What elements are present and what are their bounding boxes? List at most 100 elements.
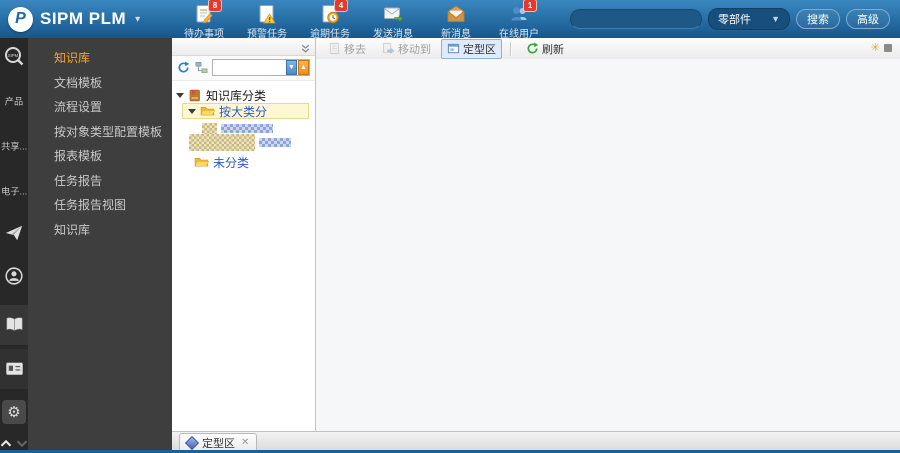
- warning-tasks-icon: [256, 3, 278, 25]
- paper-plane-icon: [5, 225, 23, 241]
- tree-refresh-icon[interactable]: [177, 61, 190, 79]
- rail-label: 产品: [4, 97, 24, 108]
- tree-filter-down-button[interactable]: ▼: [286, 60, 297, 75]
- app-logo-menu[interactable]: P SIPM PLM ▾: [8, 5, 140, 33]
- pinned-window-icon: [447, 43, 460, 54]
- sidebar-item-0[interactable]: 知识库: [28, 46, 172, 71]
- pinned-area-tab[interactable]: 定型区 ✕: [179, 433, 258, 451]
- sipm-search-icon[interactable]: SIPM: [0, 46, 28, 68]
- rail-label: 共享...: [0, 142, 28, 153]
- search-button[interactable]: 搜索: [796, 9, 840, 29]
- sidebar-menu: 知识库 文档模板 流程设置 按对象类型配置模板 报表模板 任务报告 任务报告视图 知识库: [28, 38, 172, 242]
- tree-node-label: 未分类: [213, 155, 250, 170]
- open-folder-icon: [200, 107, 215, 116]
- chevron-down-icon: ▼: [771, 14, 780, 24]
- rail-item-card[interactable]: [0, 358, 28, 379]
- refresh-button[interactable]: 刷新: [520, 39, 570, 59]
- document-icon: [329, 42, 340, 55]
- rail-item-support[interactable]: [0, 266, 28, 286]
- rail-item-send[interactable]: [0, 223, 28, 243]
- redacted-icon: [189, 133, 255, 151]
- nav-item-send-message[interactable]: 发送消息: [367, 1, 419, 40]
- bottom-tabbar: 定型区 ✕: [172, 431, 900, 451]
- person-circle-icon: [5, 267, 23, 285]
- tree-panel: ▼ ▲ 知识库分类 按大类分 未分类: [172, 38, 316, 431]
- tree-expand-caret-icon[interactable]: [176, 92, 184, 98]
- rail-item-library[interactable]: [0, 314, 28, 335]
- rail-item-share[interactable]: 共享...: [0, 138, 28, 153]
- tree-expand-caret-icon[interactable]: [188, 108, 196, 114]
- toolbar-options[interactable]: ✳: [871, 41, 892, 54]
- main-toolbar: 移去 移动到 定型区 刷新 ✳: [316, 38, 900, 60]
- todo-tasks-icon: 8: [193, 0, 222, 25]
- sidebar-item-1[interactable]: 文档模板: [28, 71, 172, 96]
- refresh-icon: [527, 42, 539, 54]
- close-icon[interactable]: ✕: [241, 437, 249, 448]
- sidebar-item-6[interactable]: 任务报告视图: [28, 193, 172, 218]
- main-area: 移去 移动到 定型区 刷新 ✳: [316, 38, 900, 431]
- send-message-icon: [382, 3, 404, 25]
- redacted-icon: [202, 122, 217, 134]
- notification-badge: 1: [523, 0, 537, 12]
- tree-panel-header: [172, 38, 315, 56]
- sidebar-item-4[interactable]: 报表模板: [28, 144, 172, 169]
- tree-node-label: 按大类分: [219, 104, 268, 119]
- sipm-logo-icon: P: [8, 6, 33, 32]
- tree-node-root[interactable]: 知识库分类: [176, 87, 266, 103]
- tree-node-redacted[interactable]: [189, 133, 291, 151]
- new-message-icon: [445, 3, 467, 25]
- sidebar-item-5[interactable]: 任务报告: [28, 169, 172, 194]
- search-input[interactable]: [570, 9, 702, 29]
- nav-item-new-message[interactable]: 新消息: [430, 1, 482, 40]
- pinned-area-tab-label: 定型区: [202, 437, 235, 450]
- tree-node-unclassified[interactable]: 未分类: [194, 154, 249, 170]
- move-document-icon: [382, 42, 395, 54]
- notification-badge: 8: [208, 0, 222, 12]
- online-users-icon: 1: [508, 0, 537, 25]
- tree-toolbar: ▼ ▲: [172, 56, 315, 81]
- nav-item-online-users[interactable]: 1 在线用户: [493, 0, 545, 40]
- grip-icon: [884, 43, 892, 52]
- redacted-label: [221, 123, 273, 133]
- remove-button[interactable]: 移去: [322, 39, 372, 59]
- open-book-icon: [6, 317, 22, 331]
- search-category-dropdown[interactable]: 零部件 ▼: [708, 8, 790, 30]
- knowledge-base-icon: [189, 89, 200, 102]
- nav-item-overdue-tasks[interactable]: 4 逾期任务: [304, 0, 356, 40]
- advanced-search-button[interactable]: 高级: [846, 9, 890, 29]
- main-content-empty: [316, 59, 900, 431]
- notification-badge: 4: [334, 0, 348, 12]
- rail-label: 电子...: [0, 187, 28, 198]
- diamond-icon: [184, 435, 200, 450]
- topbar-search-area: 零部件 ▼ 搜索 高级: [570, 8, 890, 30]
- sidebar-item-7[interactable]: 知识库: [28, 218, 172, 243]
- magnifier-logo-icon: SIPM: [5, 47, 24, 66]
- refresh-button-label: 刷新: [542, 43, 564, 56]
- topbar-nav: 8 待办事项 预警任务 4 逾期任务 发送消息 新消息 1 在线用户: [178, 0, 556, 40]
- move-to-button[interactable]: 移动到: [376, 39, 437, 59]
- gear-icon: ⚙: [7, 404, 21, 421]
- rail-item-electronic[interactable]: 电子...: [0, 183, 28, 198]
- sidebar: 知识库 文档模板 流程设置 按对象类型配置模板 报表模板 任务报告 任务报告视图 知识库: [28, 38, 172, 450]
- overdue-tasks-icon: 4: [319, 0, 348, 25]
- chevron-down-icon: [16, 440, 28, 448]
- app-title: SIPM PLM: [40, 9, 127, 28]
- nav-item-todo-tasks[interactable]: 8 待办事项: [178, 0, 230, 40]
- search-category-value: 零部件: [718, 14, 751, 26]
- tree-structure-icon[interactable]: [195, 61, 208, 79]
- nav-item-warning-tasks[interactable]: 预警任务: [241, 1, 293, 40]
- chevron-down-icon[interactable]: ▾: [135, 14, 140, 25]
- svg-text:SIPM: SIPM: [8, 53, 19, 58]
- pinned-area-toggle-button[interactable]: 定型区: [441, 38, 502, 59]
- rail-item-product[interactable]: 产品: [0, 93, 28, 108]
- tree-filter-up-button[interactable]: ▲: [298, 60, 309, 75]
- left-icon-rail: SIPM 产品 共享... 电子... ⚙: [0, 38, 28, 450]
- tree-node-selected[interactable]: 按大类分: [182, 103, 309, 119]
- rail-item-settings[interactable]: ⚙: [2, 400, 26, 424]
- sparkle-icon: ✳: [870, 42, 880, 54]
- app-window: P SIPM PLM ▾ 8 待办事项 预警任务 4 逾期任务 发送消息 新消息 1 在线用户 …: [0, 0, 900, 453]
- remove-button-label: 移去: [344, 43, 366, 56]
- move-to-button-label: 移动到: [398, 43, 431, 56]
- sidebar-item-3[interactable]: 按对象类型配置模板: [28, 120, 172, 145]
- sidebar-item-2[interactable]: 流程设置: [28, 95, 172, 120]
